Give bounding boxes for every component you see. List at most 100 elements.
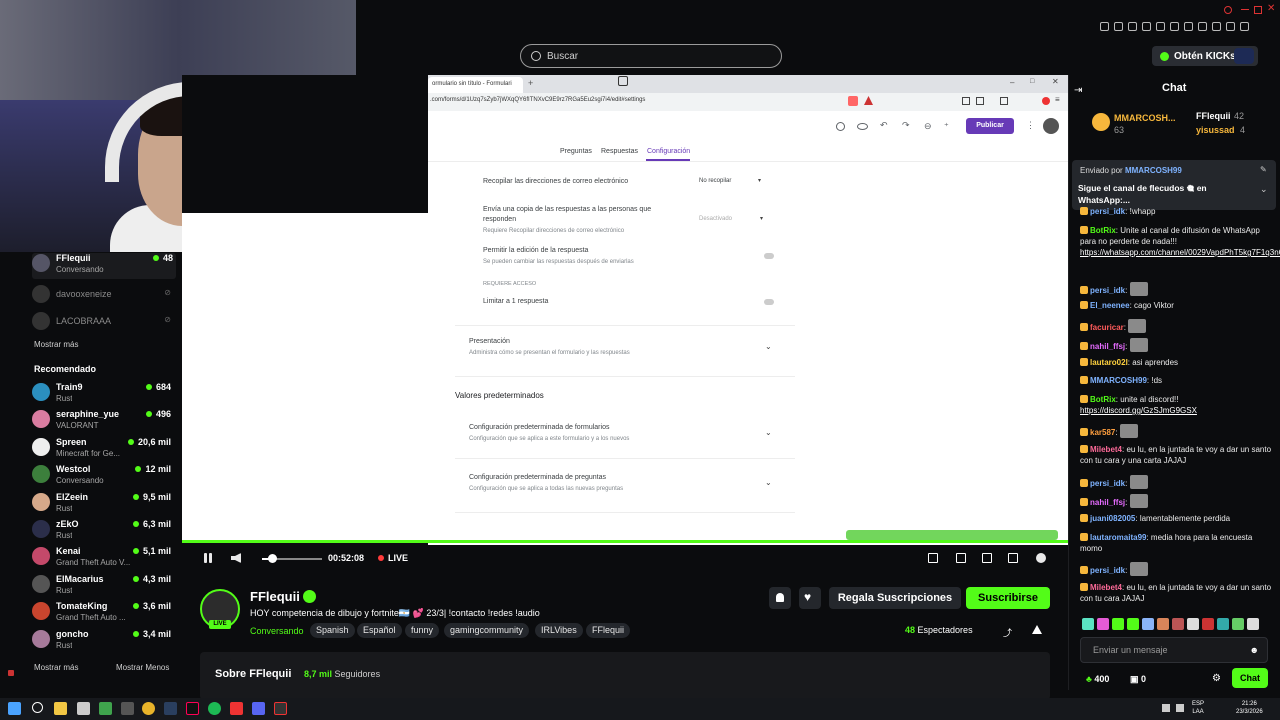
chat-username[interactable]: Milebet4 (1090, 583, 1122, 592)
bookmark-icon[interactable] (1198, 22, 1207, 31)
top-gifter-name[interactable]: MMARCOSH... (1114, 113, 1176, 123)
play-icon[interactable] (1156, 22, 1165, 31)
tab-responses[interactable]: Respuestas (601, 148, 638, 155)
emote-icon[interactable] (1247, 618, 1259, 630)
zoom-icon[interactable] (1100, 22, 1109, 31)
palette-icon[interactable] (836, 122, 845, 131)
tab-questions[interactable]: Preguntas (560, 148, 592, 155)
sidebar-item-recommended[interactable]: Spreen Minecraft for Ge... 20,6 mil (32, 437, 174, 463)
chat-input[interactable]: Enviar un mensaje ☻ (1080, 637, 1268, 663)
fullscreen-icon[interactable] (1008, 553, 1018, 563)
chat-link[interactable]: https://discord.gg/GzSJmG9GSX (1080, 406, 1197, 415)
tag-gamingcommunity[interactable]: gamingcommunity (444, 623, 530, 638)
publish-button[interactable]: Publicar (966, 118, 1014, 134)
extensions-icon[interactable] (962, 97, 970, 105)
report-icon[interactable] (1032, 625, 1042, 634)
tag-fflequii[interactable]: FFlequii (586, 623, 631, 638)
browser-address-bar[interactable]: .com/forms/d/1Uzq7sZyb7jWXqQY6fITNXvC9E9… (428, 93, 1068, 111)
emote-icon[interactable] (1097, 618, 1109, 630)
emote-icon[interactable] (1127, 618, 1139, 630)
redo-icon[interactable]: ↷ (902, 120, 910, 131)
close-icon[interactable]: ✕ (1052, 77, 1059, 86)
tag-irlvibes[interactable]: IRLVibes (535, 623, 583, 638)
app-icon[interactable] (77, 702, 90, 715)
expand-icon[interactable]: ⌄ (765, 478, 772, 487)
discord-icon[interactable] (252, 702, 265, 715)
sidebar-item-lacobraaa[interactable]: LACOBRAAA ⊘ (32, 311, 174, 337)
chat-settings-icon[interactable]: ⚙ (1212, 673, 1221, 684)
follow-button[interactable]: ♥ (799, 587, 821, 609)
pinned-by-user[interactable]: MMARCOSH99 (1125, 166, 1182, 175)
chat-username[interactable]: persi_idk (1090, 566, 1125, 575)
sidebar-item-davooxeneize[interactable]: davooxeneize ⊘ (32, 284, 174, 310)
sidebar-item-recommended[interactable]: goncho Rust 3,4 mil (32, 629, 174, 655)
settings-icon[interactable] (1036, 553, 1046, 563)
chat-username[interactable]: persi_idk (1090, 286, 1125, 295)
avatar[interactable] (1234, 48, 1254, 64)
chat-username[interactable]: persi_idk (1090, 479, 1125, 488)
chat-username[interactable]: juani082005 (1090, 514, 1135, 523)
share-icon[interactable] (618, 76, 628, 86)
steam-icon[interactable] (164, 702, 177, 715)
puzzle-icon[interactable] (1212, 22, 1221, 31)
expand-icon[interactable]: ⌄ (765, 428, 772, 437)
send-copy-select[interactable]: Desactivado (699, 216, 732, 222)
minimize-icon[interactable]: – (1010, 78, 1014, 87)
more-options-icon[interactable]: ⋮ (1026, 120, 1035, 131)
chat-username[interactable]: Milebet4 (1090, 445, 1122, 454)
chat-username[interactable]: persi_idk (1090, 207, 1125, 216)
top-gifter-name[interactable]: yisussad (1196, 125, 1235, 135)
sidebar-item-recommended[interactable]: Westcol Conversando 12 mil (32, 464, 174, 490)
emote-icon[interactable] (1172, 618, 1184, 630)
pinned-message[interactable]: Enviado por MMARCOSH99 Sigue el canal de… (1072, 160, 1276, 210)
link-icon[interactable]: ⊖ (924, 121, 932, 132)
sidebar-item-recommended[interactable]: seraphine_yue VALORANT 496 (32, 409, 174, 435)
search-icon[interactable] (32, 702, 43, 713)
zoom-out-icon[interactable] (1114, 22, 1123, 31)
volume-icon[interactable] (1176, 704, 1184, 712)
sidebar-icon[interactable] (976, 97, 984, 105)
top-gifter-name[interactable]: FFlequii (1196, 111, 1231, 121)
brave-icon[interactable] (230, 702, 243, 715)
search-icon[interactable] (1224, 6, 1232, 14)
browser-tab[interactable]: ormulario sin título - Formulari (428, 77, 523, 93)
emote-icon[interactable] (1187, 618, 1199, 630)
ai-icon[interactable] (1240, 22, 1249, 31)
volume-slider-handle[interactable] (268, 554, 277, 563)
vpn-icon[interactable] (1042, 97, 1050, 105)
collect-emails-select[interactable]: No recopilar (699, 178, 731, 184)
extension-icon[interactable] (1184, 22, 1193, 31)
expand-icon[interactable]: ⌄ (765, 342, 772, 351)
stream-category-link[interactable]: Conversando (250, 626, 304, 636)
unpin-icon[interactable]: ✎ (1260, 165, 1267, 174)
sidebar-item-fflequii[interactable]: FFlequii Conversando 48 (32, 253, 176, 279)
chat-username[interactable]: lautaro02l (1090, 358, 1128, 367)
streamer-name[interactable]: FFlequii (250, 589, 300, 604)
chat-username[interactable]: BotRix (1090, 395, 1116, 404)
notifications-button[interactable] (769, 587, 791, 609)
chat-username[interactable]: nahil_ffsj (1090, 498, 1125, 507)
spotify-icon[interactable] (208, 702, 221, 715)
clip-icon[interactable] (956, 553, 966, 563)
pip-icon[interactable] (928, 553, 938, 563)
show-more-recommended-link[interactable]: Mostrar más (34, 663, 78, 672)
star-icon[interactable] (1128, 22, 1137, 31)
emote-icon[interactable] (1142, 618, 1154, 630)
subscribe-button[interactable]: Suscribirse (966, 587, 1050, 609)
emote-icon[interactable] (1082, 618, 1094, 630)
allow-edit-toggle[interactable] (764, 253, 774, 259)
emote-icon[interactable] (1157, 618, 1169, 630)
chat-username[interactable]: BotRix (1090, 226, 1116, 235)
emoji-icon[interactable]: ☻ (1250, 638, 1259, 662)
maximize-icon[interactable] (1254, 6, 1262, 14)
dropdown-icon[interactable]: ▾ (760, 215, 763, 222)
menu-icon[interactable]: ≡ (1055, 95, 1060, 104)
chrome-icon[interactable] (142, 702, 155, 715)
shield-icon[interactable] (1142, 22, 1151, 31)
avatar[interactable] (1043, 118, 1059, 134)
undo-icon[interactable]: ↶ (880, 120, 888, 131)
chat-username[interactable]: MMARCOSH99 (1090, 376, 1147, 385)
collapse-chat-icon[interactable]: ⇥ (1074, 85, 1082, 96)
tag-funny[interactable]: funny (405, 623, 440, 638)
sidebar-item-recommended[interactable]: ElZeein Rust 9,5 mil (32, 492, 174, 518)
